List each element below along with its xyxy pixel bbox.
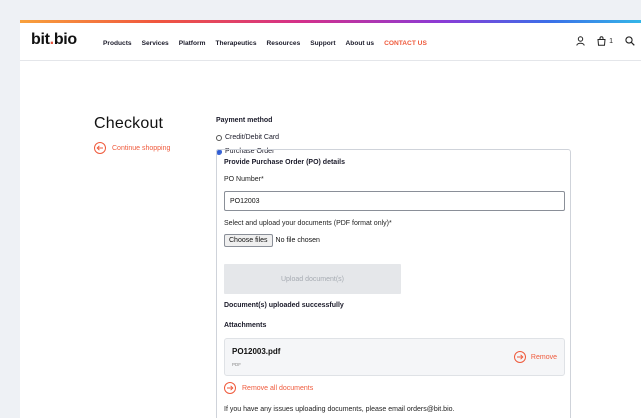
payment-method-title: Payment method [216,117,273,124]
upload-documents-button[interactable]: Upload document(s) [224,264,401,294]
po-details-panel: Provide Purchase Order (PO) details PO N… [216,149,571,418]
remove-label: Remove [530,353,557,361]
nav-link-resources[interactable]: Resources [267,40,301,47]
nav-link-contact-us[interactable]: CONTACT US [384,40,427,47]
search-icon[interactable] [625,36,635,46]
cart-icon [597,36,606,46]
remove-all-documents-button[interactable]: Remove all documents [224,382,313,394]
attachment-file-name: PO12003.pdf [232,347,281,356]
page-title: Checkout [94,115,164,132]
user-icon[interactable] [576,36,585,46]
po-heading: Provide Purchase Order (PO) details [224,159,345,166]
cart-button[interactable]: 1 [597,36,613,46]
nav-link-support[interactable]: Support [310,40,335,47]
no-file-chosen-label: No file chosen [275,237,320,244]
nav-link-products[interactable]: Products [103,40,132,47]
logo-text-bio: bio [53,31,77,48]
arrow-left-circle-icon [94,142,106,154]
po-number-label: PO Number* [224,176,264,183]
logo[interactable]: bit.bio [31,31,77,49]
upload-help-text: If you have any issues uploading documen… [224,406,455,413]
page: bit.bio Products Services Platform Thera… [20,20,641,418]
nav-links: Products Services Platform Therapeutics … [103,40,437,47]
attachments-title: Attachments [224,322,267,329]
arrow-right-circle-icon [224,382,236,394]
radio-label: Credit/Debit Card [225,134,280,141]
logo-text-bit: bit [31,31,50,48]
cart-count: 1 [609,37,613,45]
choose-files-button[interactable]: Choose files [224,234,273,247]
remove-all-label: Remove all documents [242,384,314,392]
nav-link-services[interactable]: Services [142,40,169,47]
attachment-file-type: PDF [232,362,241,367]
nav-link-about-us[interactable]: About us [346,40,375,47]
remove-attachment-button[interactable]: Remove [513,351,557,363]
po-number-input[interactable] [224,191,565,211]
continue-shopping-link[interactable]: Continue shopping [94,142,170,154]
file-picker: Choose files No file chosen [224,234,320,247]
radio-credit-card[interactable]: Credit/Debit Card [216,134,279,141]
nav-link-therapeutics[interactable]: Therapeutics [215,40,256,47]
nav-link-platform[interactable]: Platform [179,40,206,47]
top-navigation: bit.bio Products Services Platform Thera… [20,23,641,61]
upload-success-message: Document(s) uploaded successfully [224,302,344,309]
attachment-item: PO12003.pdf PDF Remove [224,338,565,376]
nav-icons: 1 [564,36,635,46]
radio-button[interactable] [216,134,222,141]
upload-hint: Select and upload your documents (PDF fo… [224,220,392,227]
continue-shopping-label: Continue shopping [112,144,171,152]
arrow-right-circle-icon [513,351,526,363]
